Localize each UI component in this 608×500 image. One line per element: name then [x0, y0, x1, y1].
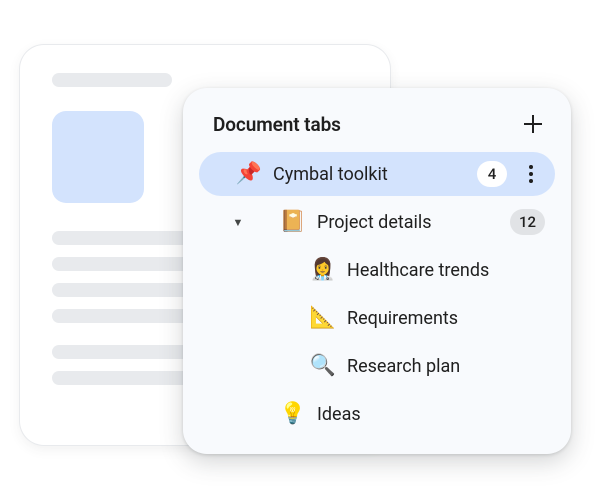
tab-healthcare-trends[interactable]: 👩‍⚕️ Healthcare trends: [199, 248, 555, 292]
health-worker-icon: 👩‍⚕️: [309, 258, 337, 282]
tab-label: Requirements: [347, 308, 545, 329]
tab-more-button[interactable]: [517, 160, 545, 188]
add-tab-button[interactable]: [519, 110, 547, 138]
comment-count-badge: 4: [477, 161, 507, 187]
tab-label: Project details: [317, 212, 500, 233]
tab-label: Ideas: [317, 404, 545, 425]
skeleton-title: [52, 73, 172, 87]
tab-list: 📌 Cymbal toolkit 4 ▼ 📔 Project details 1…: [199, 152, 555, 436]
tab-label: Healthcare trends: [347, 260, 545, 281]
tabs-header: Document tabs: [199, 108, 555, 152]
tab-requirements[interactable]: 📐 Requirements: [199, 296, 555, 340]
magnifier-icon: 🔍: [309, 354, 337, 378]
tab-label: Cymbal toolkit: [273, 164, 467, 185]
tabs-title: Document tabs: [213, 113, 341, 136]
comment-count-badge: 12: [510, 209, 545, 235]
plus-icon: [523, 114, 543, 134]
chevron-down-icon: ▼: [233, 216, 244, 229]
pushpin-icon: 📌: [235, 162, 263, 186]
notebook-icon: 📔: [279, 210, 307, 234]
lightbulb-icon: 💡: [279, 402, 307, 426]
tab-label: Research plan: [347, 356, 545, 377]
expand-toggle[interactable]: ▼: [207, 216, 269, 229]
more-vert-icon: [529, 165, 533, 183]
tab-ideas[interactable]: 💡 Ideas: [199, 392, 555, 436]
tab-cymbal-toolkit[interactable]: 📌 Cymbal toolkit 4: [199, 152, 555, 196]
tab-research-plan[interactable]: 🔍 Research plan: [199, 344, 555, 388]
ruler-icon: 📐: [309, 306, 337, 330]
document-tabs-panel: Document tabs 📌 Cymbal toolkit 4 ▼ 📔 Pro…: [183, 88, 571, 454]
skeleton-thumbnail: [52, 111, 144, 203]
tab-project-details[interactable]: ▼ 📔 Project details 12: [199, 200, 555, 244]
